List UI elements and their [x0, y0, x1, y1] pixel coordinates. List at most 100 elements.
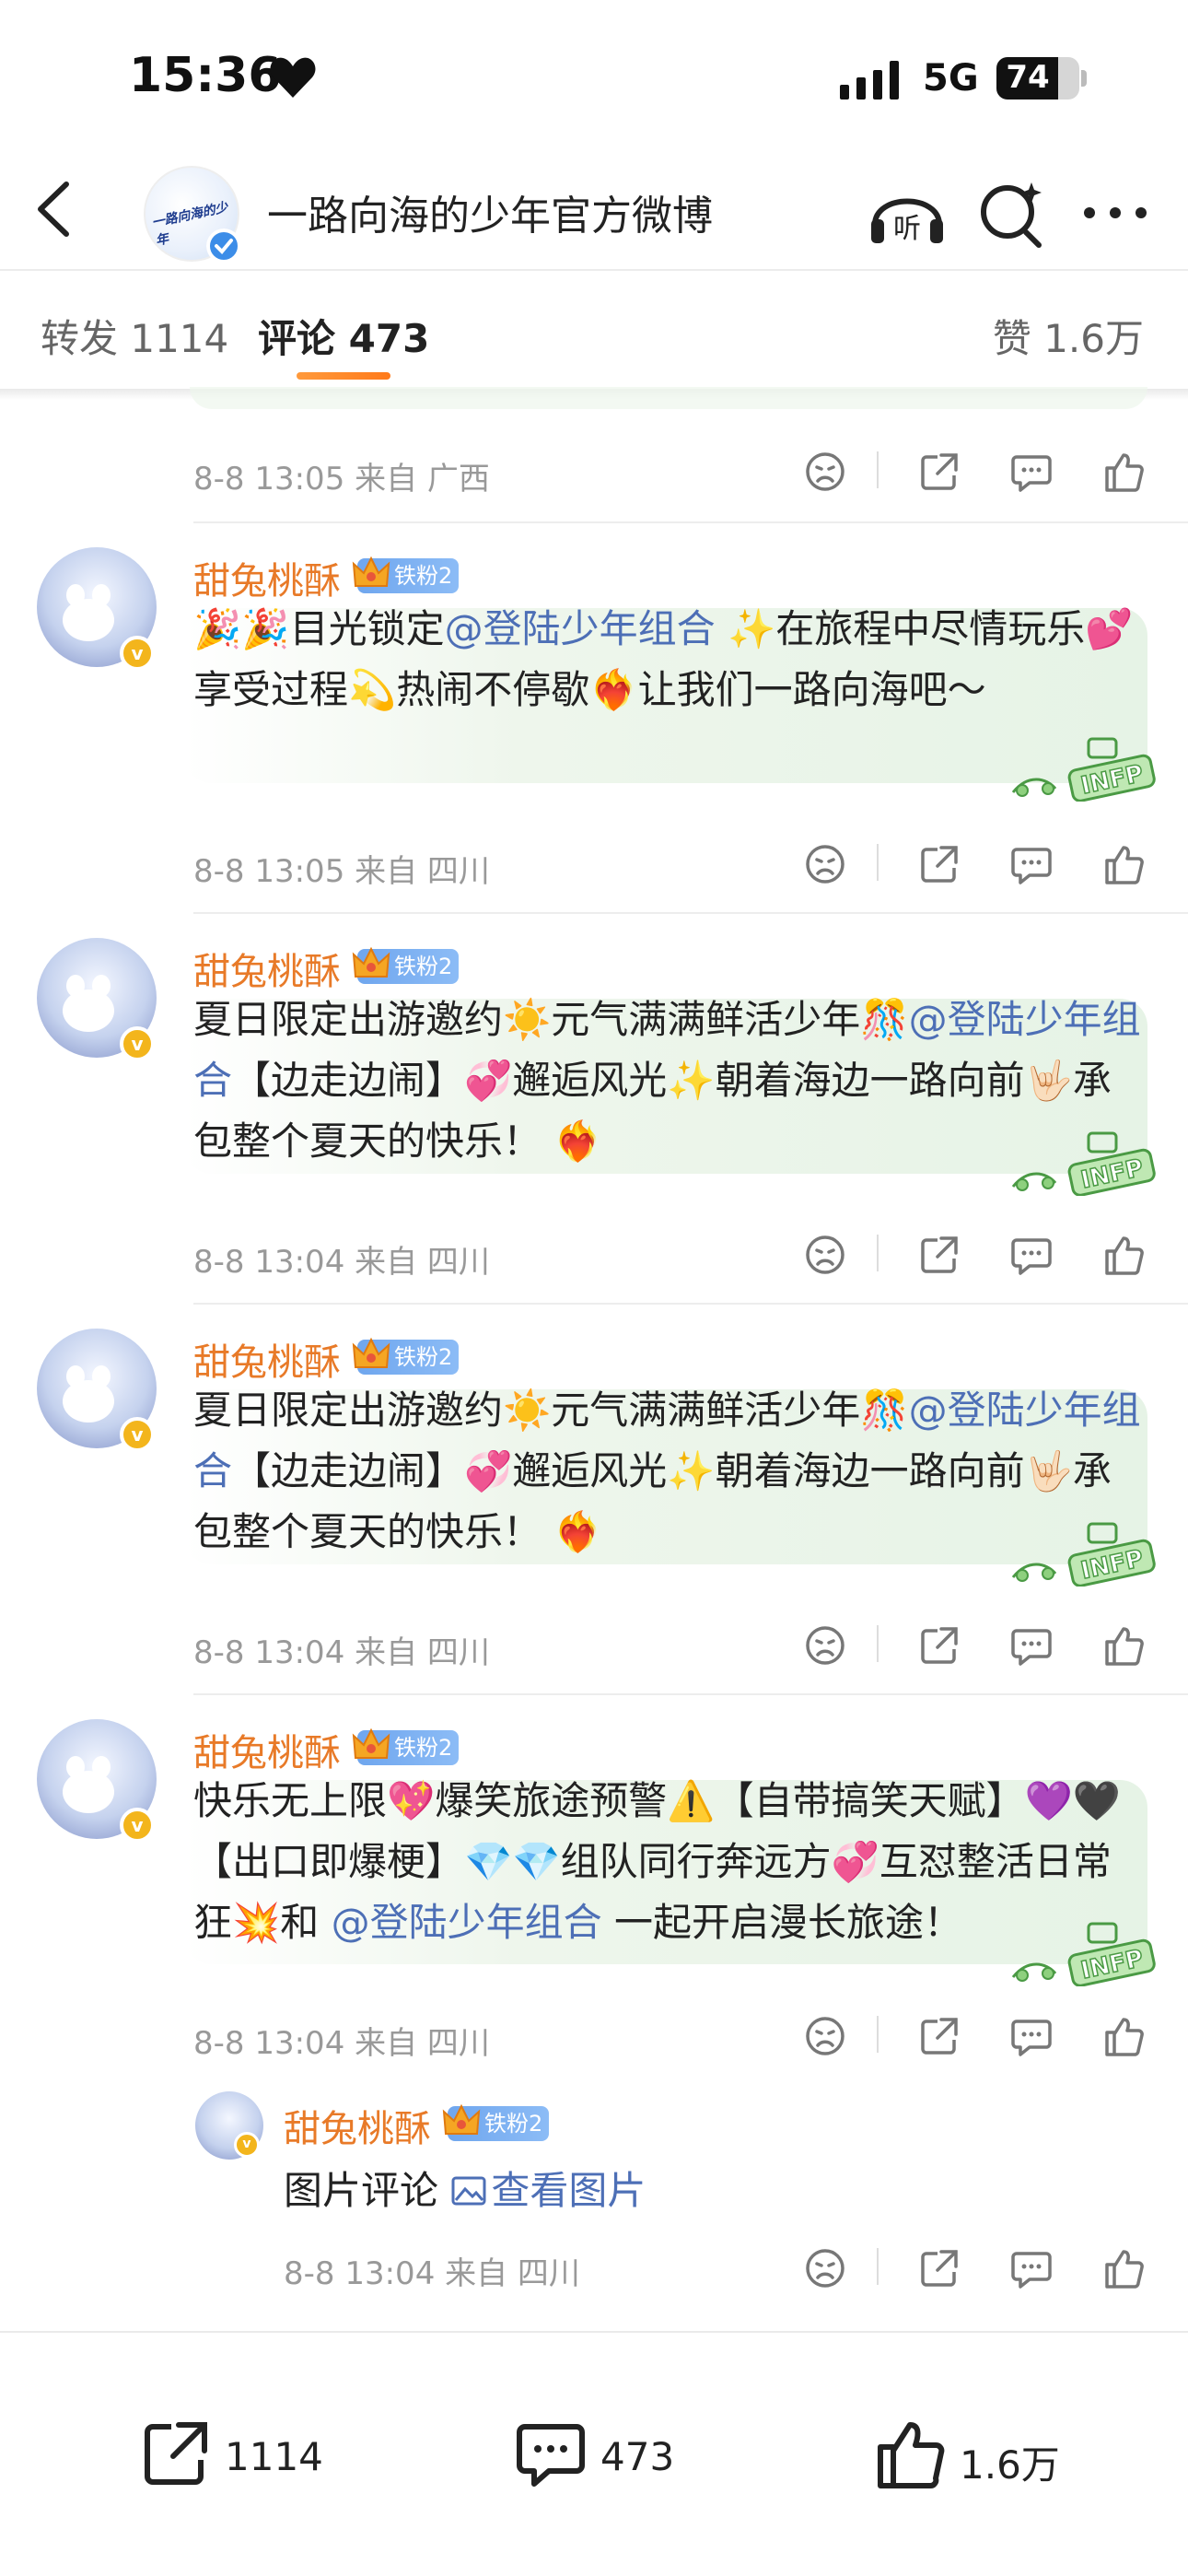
comment-text: 快乐无上限💖爆笑旅途预警⚠️【自带搞笑天赋】💜🖤【出口即爆梗】💎💎组队同行奔远方…	[193, 1771, 1142, 1953]
more-options-icon[interactable]	[1083, 206, 1147, 219]
comment-meta: 8-8 13:05 来自 广西	[193, 461, 490, 498]
search-icon[interactable]	[978, 179, 1046, 249]
fan-level-text: 铁粉2	[484, 2111, 543, 2137]
like-count: 1.6万	[960, 2442, 1060, 2488]
tab-repost[interactable]: 转发 1114	[41, 308, 228, 364]
tab-bar: 转发 1114 评论 473 赞 1.6万	[0, 271, 1188, 391]
dislike-face-icon[interactable]	[803, 1623, 847, 1668]
bottom-action-bar: 1114 473 1.6万	[0, 2331, 1188, 2576]
vip-badge-icon: v	[120, 636, 155, 671]
crown-icon	[352, 946, 390, 978]
comment-item: v 甜兔桃酥 铁粉2 夏日限定出游邀约☀️元气满满鲜活少年🎊@登陆少年组合【边走…	[0, 1306, 1188, 1703]
dislike-face-icon[interactable]	[803, 2246, 847, 2290]
action-separator	[877, 2016, 879, 2053]
fan-level-text: 铁粉2	[394, 563, 453, 589]
comment-actions	[792, 2008, 1160, 2064]
fan-level-text: 铁粉2	[394, 1735, 453, 1761]
comment-text: 夏日限定出游邀约☀️元气满满鲜活少年🎊@登陆少年组合【边走边闹】💞邂逅风光✨朝着…	[193, 989, 1142, 1172]
comment-count: 473	[600, 2434, 675, 2479]
comment-text: 夏日限定出游邀约☀️元气满满鲜活少年🎊@登陆少年组合【边走边闹】💞邂逅风光✨朝着…	[193, 1380, 1142, 1563]
reply-icon[interactable]	[1009, 842, 1054, 886]
dislike-face-icon[interactable]	[803, 2014, 847, 2058]
comment-divider	[193, 1303, 1188, 1305]
action-separator	[877, 451, 879, 488]
comment-item: v 甜兔桃酥 铁粉2 快乐无上限💖爆笑旅途预警⚠️【自带搞笑天赋】💜🖤【出口即爆…	[0, 1697, 1188, 2093]
listen-headphones-icon[interactable]: 听	[866, 177, 949, 251]
share-icon[interactable]	[917, 1623, 961, 1668]
crown-icon	[442, 2103, 481, 2135]
mention-link[interactable]: @登陆少年组合	[445, 606, 716, 651]
like-thumb-icon[interactable]	[1101, 1233, 1146, 1277]
like-thumb-icon[interactable]	[1101, 2014, 1146, 2058]
reply-text: 图片评论 查看图片	[284, 2160, 646, 2216]
reply-icon[interactable]	[1009, 1623, 1054, 1668]
repost-count: 1114	[225, 2434, 323, 2479]
comment-text-segment: 【边走边闹】💞邂逅风光✨朝着海边一路向前🤟🏻承包整个夏天的快乐！ ❤️‍🔥	[193, 1448, 1112, 1554]
page-title: 一路向海的少年官方微博	[267, 193, 713, 240]
share-icon[interactable]	[917, 2246, 961, 2290]
like-thumb-icon[interactable]	[1101, 842, 1146, 886]
comment-text-segment: 🎉🎉目光锁定	[193, 606, 445, 651]
comment-meta: 8-8 13:05 来自 四川	[193, 853, 490, 890]
tab-like[interactable]: 赞 1.6万	[993, 308, 1144, 364]
back-arrow-icon[interactable]	[26, 177, 81, 241]
reply-commenter-name[interactable]: 甜兔桃酥	[284, 2099, 431, 2152]
verified-badge-icon	[206, 228, 241, 263]
share-icon[interactable]	[917, 842, 961, 886]
share-icon[interactable]	[917, 2014, 961, 2058]
comment-meta: 8-8 13:04 来自 四川	[193, 1634, 490, 1671]
infp-sticker-icon: INFP	[1011, 1131, 1156, 1196]
battery-level: 74	[1006, 59, 1050, 96]
view-image-link[interactable]: 查看图片	[450, 2168, 646, 2213]
fan-level-badge: 铁粉2	[442, 2103, 549, 2141]
fan-level-badge: 铁粉2	[352, 1727, 459, 1765]
action-separator	[877, 1625, 879, 1662]
vip-badge-icon: v	[120, 1417, 155, 1452]
crown-icon	[352, 1727, 390, 1759]
mention-link[interactable]: @登陆少年组合	[319, 1900, 602, 1945]
like-thumb-icon[interactable]	[1101, 1623, 1146, 1668]
commenter-name[interactable]: 甜兔桃酥	[193, 551, 341, 604]
vip-badge-icon: v	[120, 1808, 155, 1843]
like-thumb-icon[interactable]	[1101, 450, 1146, 494]
fan-level-badge: 铁粉2	[352, 556, 459, 593]
signal-icon	[840, 61, 899, 100]
comment-text-segment: 夏日限定出游邀约☀️元气满满鲜活少年🎊	[193, 997, 909, 1042]
reply-icon[interactable]	[1009, 1233, 1054, 1277]
dislike-face-icon[interactable]	[803, 450, 847, 494]
crown-icon	[352, 1337, 390, 1368]
commenter-name[interactable]: 甜兔桃酥	[193, 1723, 341, 1776]
fan-level-text: 铁粉2	[394, 1344, 453, 1370]
commenter-name[interactable]: 甜兔桃酥	[193, 1332, 341, 1386]
share-icon[interactable]	[917, 1233, 961, 1277]
reply-icon[interactable]	[1009, 450, 1054, 494]
comment-text: 🎉🎉目光锁定@登陆少年组合 ✨在旅程中尽情玩乐💕享受过程💫热闹不停歇❤️‍🔥让我…	[193, 599, 1142, 720]
reply-icon[interactable]	[1009, 2246, 1054, 2290]
comment-divider	[193, 912, 1188, 914]
reply-meta: 8-8 13:04 来自 四川	[284, 2255, 580, 2292]
vip-badge-icon: v	[120, 1026, 155, 1061]
reply-icon[interactable]	[1009, 2014, 1054, 2058]
fan-level-text: 铁粉2	[394, 954, 453, 979]
comment-item: v 甜兔桃酥 铁粉2 夏日限定出游邀约☀️元气满满鲜活少年🎊@登陆少年组合【边走…	[0, 916, 1188, 1312]
comment-divider	[193, 521, 1188, 523]
comment-item: v 甜兔桃酥 铁粉2 🎉🎉目光锁定@登陆少年组合 ✨在旅程中尽情玩乐💕享受过程💫…	[0, 525, 1188, 921]
like-thumb-icon	[878, 2422, 945, 2488]
action-separator	[877, 844, 879, 881]
share-icon[interactable]	[917, 450, 961, 494]
infp-sticker-icon: INFP	[1011, 1522, 1156, 1587]
reply-item: v 甜兔桃酥 铁粉2 图片评论 查看图片 8-8 13:04 来自 四川 共2条…	[0, 2091, 1188, 2331]
commenter-name[interactable]: 甜兔桃酥	[193, 942, 341, 995]
comment-text-segment: 夏日限定出游邀约☀️元气满满鲜活少年🎊	[193, 1388, 909, 1433]
comment-text-segment: 一起开启漫长旅途！	[601, 1900, 963, 1945]
action-separator	[877, 1235, 879, 1271]
like-thumb-icon[interactable]	[1101, 2246, 1146, 2290]
tab-comment[interactable]: 评论 473	[258, 308, 429, 364]
more-replies-link[interactable]: 共2条回复	[284, 2322, 437, 2331]
dislike-face-icon[interactable]	[803, 842, 847, 886]
fan-level-badge: 铁粉2	[352, 946, 459, 984]
comment-actions	[792, 837, 1160, 892]
comment-divider	[193, 1693, 1188, 1695]
dislike-face-icon[interactable]	[803, 1233, 847, 1277]
crown-icon	[352, 556, 390, 587]
